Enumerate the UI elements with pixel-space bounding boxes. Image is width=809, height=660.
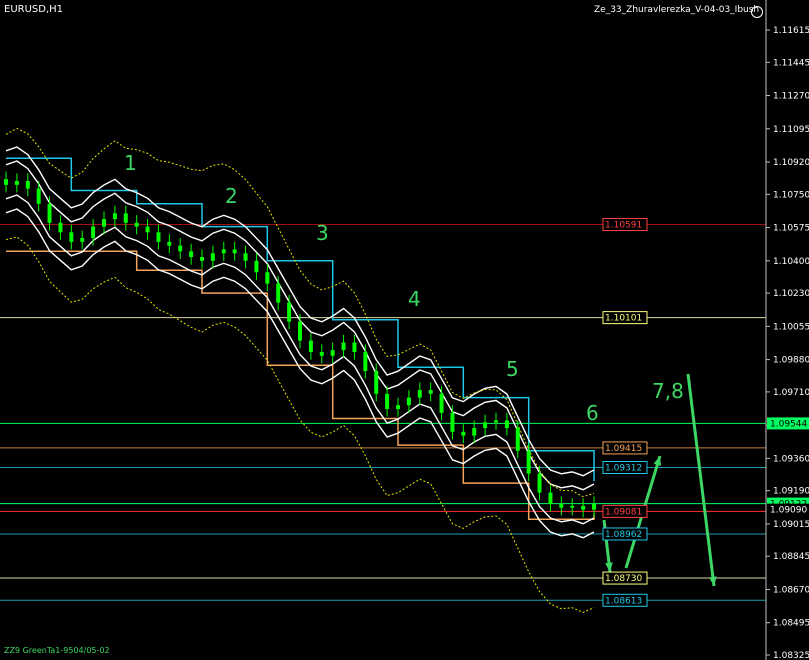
candle-body bbox=[341, 342, 346, 351]
axis-tick-label: 1.10230 bbox=[773, 289, 809, 299]
axis-tick-label: 1.10055 bbox=[773, 322, 809, 332]
axis-tick-label: 1.09190 bbox=[773, 487, 809, 497]
candle-body bbox=[548, 492, 553, 504]
candle-body bbox=[167, 241, 172, 246]
price-tag-label: 1.09090 bbox=[770, 506, 807, 516]
candle-body bbox=[483, 422, 488, 428]
candle-body bbox=[69, 232, 74, 242]
candle-body bbox=[385, 393, 390, 409]
candle-body bbox=[91, 226, 96, 239]
candle-body bbox=[319, 351, 324, 356]
candle-body bbox=[210, 253, 215, 261]
price-level-label: 1.09415 bbox=[605, 444, 642, 454]
candle-body bbox=[494, 420, 498, 423]
axis-tick-label: 1.11095 bbox=[773, 125, 809, 135]
candle-body bbox=[47, 203, 52, 223]
axis-tick-label: 1.10750 bbox=[773, 190, 809, 200]
smiley-icon[interactable] bbox=[751, 6, 763, 18]
candle-body bbox=[472, 427, 477, 436]
candle-body bbox=[25, 181, 30, 189]
wave-label: 7,8 bbox=[652, 379, 684, 403]
candle-body bbox=[537, 473, 542, 493]
price-level-label: 1.08730 bbox=[605, 574, 642, 584]
axis-tick-label: 1.08495 bbox=[773, 619, 809, 629]
axis-tick-label: 1.10920 bbox=[773, 158, 809, 168]
chart-background bbox=[0, 0, 809, 660]
axis-tick-label: 1.10575 bbox=[773, 224, 809, 234]
footer-label: ZZ9 GreenTa1-9504/05-02 bbox=[4, 646, 110, 655]
axis-tick-label: 1.09015 bbox=[773, 520, 809, 530]
price-level-label: 1.08962 bbox=[605, 530, 642, 540]
candle-body bbox=[363, 351, 368, 371]
candle-body bbox=[298, 321, 302, 341]
candle-body bbox=[200, 257, 204, 261]
price-level-label: 1.10101 bbox=[605, 314, 642, 324]
wave-label: 5 bbox=[506, 357, 519, 381]
candle-body bbox=[14, 181, 19, 185]
axis-tick-label: 1.08670 bbox=[773, 585, 809, 595]
symbol-label: EURUSD,H1 bbox=[4, 4, 64, 15]
price-chart[interactable]: 1234567,8 1.116151.114451.112701.110951.… bbox=[0, 0, 809, 660]
price-level-label: 1.08613 bbox=[605, 596, 642, 606]
candle-body bbox=[156, 232, 161, 242]
candle-body bbox=[450, 412, 455, 432]
axis-tick-label: 1.11270 bbox=[773, 92, 809, 102]
candle-body bbox=[123, 213, 128, 223]
candle-body bbox=[178, 245, 183, 252]
candle-body bbox=[570, 505, 575, 508]
candle-body bbox=[36, 188, 41, 204]
axis-tick-label: 1.08325 bbox=[773, 651, 809, 660]
candle-body bbox=[417, 389, 422, 398]
axis-tick-label: 1.09710 bbox=[773, 388, 809, 398]
axis-tick-label: 1.10400 bbox=[773, 257, 809, 267]
candle-body bbox=[439, 393, 444, 413]
axis-tick-label: 1.11615 bbox=[773, 26, 809, 36]
candle-body bbox=[221, 249, 226, 254]
candle-body bbox=[112, 213, 117, 220]
candle-body bbox=[243, 253, 248, 261]
price-tag-label: 1.09544 bbox=[770, 419, 807, 429]
price-level-label: 1.10591 bbox=[605, 221, 642, 231]
candle-body bbox=[559, 503, 564, 508]
price-level-label: 1.09081 bbox=[605, 507, 642, 517]
candle-body bbox=[461, 431, 466, 436]
candle-body bbox=[374, 370, 379, 394]
wave-label: 1 bbox=[124, 151, 137, 175]
candle-body bbox=[406, 397, 411, 406]
indicator-label: Ze_33_Zhuravlerezka_V-04-03_Ibush bbox=[594, 5, 760, 15]
wave-label: 2 bbox=[225, 184, 238, 208]
axis-tick-label: 1.09360 bbox=[773, 454, 809, 464]
candle-body bbox=[352, 342, 357, 352]
candle-body bbox=[428, 389, 433, 394]
candle-body bbox=[4, 179, 8, 185]
candle-body bbox=[276, 283, 281, 303]
candle-body bbox=[134, 222, 139, 227]
candle-body bbox=[287, 302, 292, 322]
axis-tick-label: 1.09880 bbox=[773, 356, 809, 366]
price-level-label: 1.09312 bbox=[605, 464, 642, 474]
candle-body bbox=[396, 405, 400, 409]
candle-body bbox=[308, 340, 313, 352]
candle-body bbox=[58, 222, 63, 233]
wave-label: 3 bbox=[316, 221, 329, 245]
candle-body bbox=[102, 219, 106, 227]
candle-body bbox=[189, 251, 194, 258]
wave-label: 4 bbox=[408, 287, 421, 311]
candle-body bbox=[232, 249, 237, 254]
wave-label: 6 bbox=[586, 401, 599, 425]
candle-body bbox=[581, 505, 586, 510]
candle-body bbox=[265, 272, 270, 284]
candle-body bbox=[515, 427, 520, 451]
price-axis: 1.11615 1.11445 1.11270 1.11095 1.10920 1.107… bbox=[765, 0, 809, 660]
candle-body bbox=[592, 503, 596, 510]
axis-tick-label: 1.08845 bbox=[773, 552, 809, 562]
candle-body bbox=[254, 260, 259, 273]
candle-body bbox=[504, 420, 509, 428]
candle-body bbox=[80, 238, 85, 242]
candle-body bbox=[330, 350, 335, 356]
axis-tick-label: 1.11445 bbox=[773, 58, 809, 68]
candle-body bbox=[145, 226, 150, 233]
candle-body bbox=[526, 450, 531, 474]
